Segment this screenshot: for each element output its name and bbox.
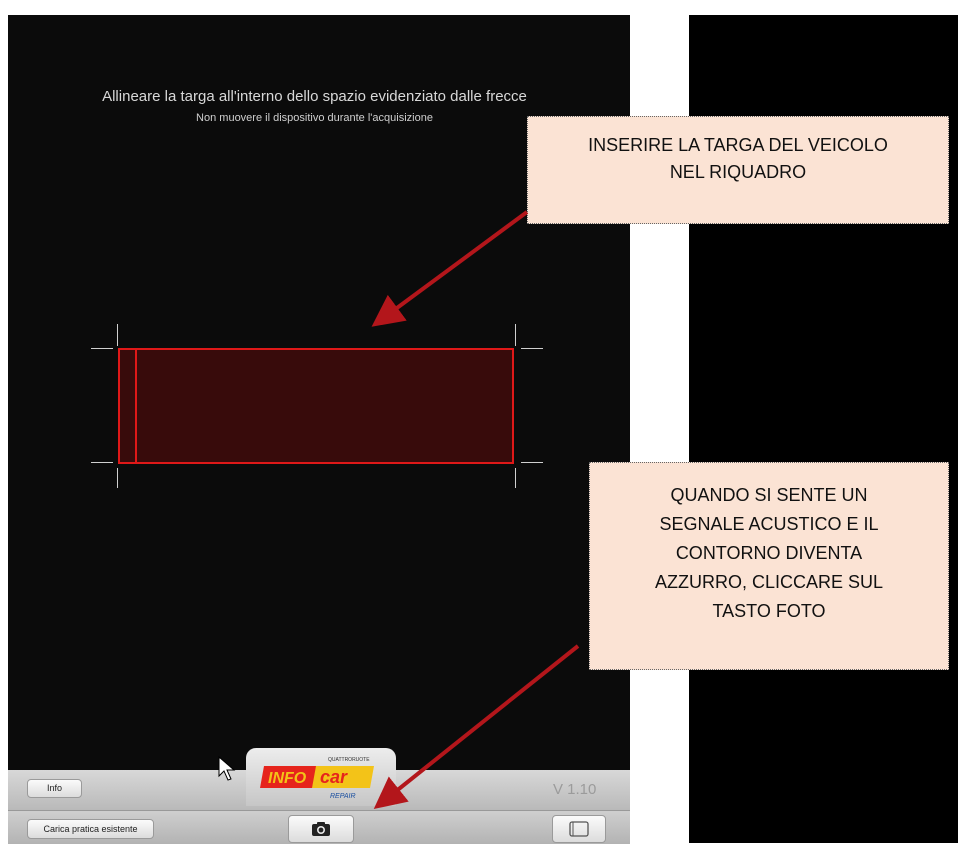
arrow-to-plate <box>371 210 529 327</box>
annotation-arrows <box>371 210 580 809</box>
mouse-pointer-icon <box>218 756 236 781</box>
arrow-to-camera-button <box>373 644 580 809</box>
